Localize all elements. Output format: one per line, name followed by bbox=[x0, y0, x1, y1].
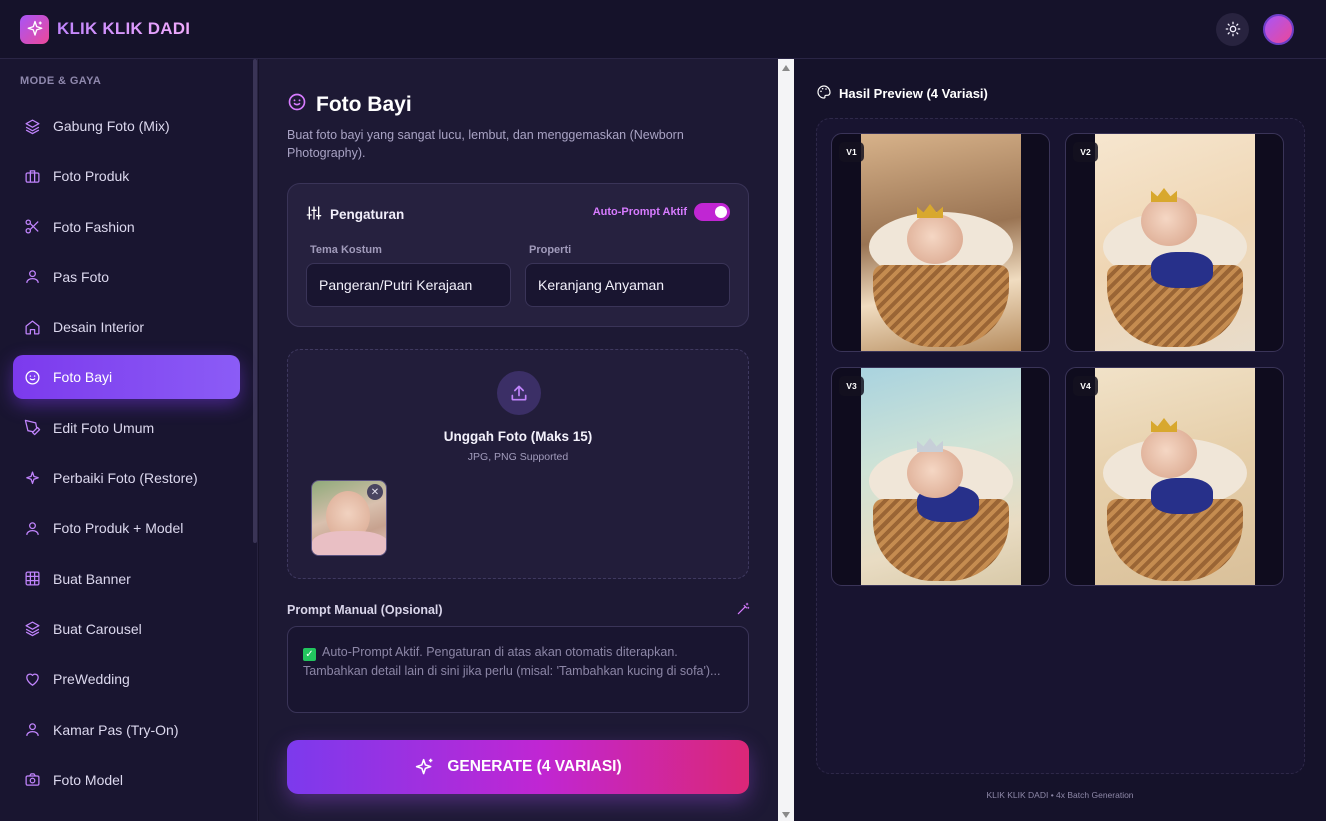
upload-subtitle: JPG, PNG Supported bbox=[467, 451, 569, 463]
baby-icon bbox=[24, 369, 41, 386]
sidebar-section-title: MODE & GAYA bbox=[20, 75, 102, 87]
sidebar-item-label: Edit Foto Umum bbox=[53, 419, 155, 436]
variant-card-1[interactable]: V1 bbox=[831, 133, 1050, 352]
sidebar-item-label: Desain Interior bbox=[53, 319, 145, 336]
settings-card: Pengaturan Auto-Prompt Aktif Tema Kostum… bbox=[287, 183, 749, 327]
sidebar-item-label: Foto Model bbox=[53, 771, 124, 788]
sidebar-item-foto-produk-model[interactable]: Foto Produk + Model bbox=[13, 506, 240, 550]
variant-card-2[interactable]: V2 bbox=[1065, 133, 1284, 352]
uploaded-photo-thumbnail[interactable]: ✕ bbox=[311, 480, 387, 556]
tema-kostum-label: Tema Kostum bbox=[310, 244, 382, 256]
variant-tag: V4 bbox=[1073, 376, 1098, 396]
sparkle-icon bbox=[27, 20, 42, 36]
upload-dropzone[interactable]: Unggah Foto (Maks 15) JPG, PNG Supported… bbox=[287, 349, 749, 579]
scroll-down-icon[interactable] bbox=[782, 812, 790, 818]
brand-name[interactable]: KLIK KLIK DADI bbox=[57, 19, 190, 39]
auto-prompt-control[interactable]: Auto-Prompt Aktif bbox=[593, 203, 730, 221]
settings-title: Pengaturan bbox=[330, 207, 405, 222]
sidebar-item-desain-interior[interactable]: Desain Interior bbox=[13, 305, 240, 349]
scroll-up-icon[interactable] bbox=[782, 65, 790, 71]
editor-panel: Foto Bayi Buat foto bayi yang sangat luc… bbox=[259, 59, 778, 821]
sidebar-item-label: Buat Banner bbox=[53, 570, 131, 587]
camera-icon bbox=[24, 771, 41, 788]
sparkle-icon bbox=[24, 470, 41, 487]
properti-select[interactable]: Keranjang Anyaman bbox=[525, 263, 730, 307]
user-avatar[interactable] bbox=[1263, 13, 1294, 45]
sidebar-item-label: PreWedding bbox=[53, 671, 130, 688]
sidebar-item-label: Foto Produk bbox=[53, 168, 130, 185]
sidebar-item-buat-banner[interactable]: Buat Banner bbox=[13, 557, 240, 601]
home-icon bbox=[24, 319, 41, 336]
sliders-icon bbox=[306, 205, 322, 224]
sparkle-icon bbox=[414, 757, 435, 778]
sidebar-item-label: Foto Bayi bbox=[53, 369, 113, 386]
sidebar-item-buat-carousel[interactable]: Buat Carousel bbox=[13, 607, 240, 651]
sun-icon bbox=[1225, 21, 1240, 37]
upload-icon bbox=[497, 371, 541, 415]
variant-tag: V3 bbox=[839, 376, 864, 396]
briefcase-icon bbox=[24, 168, 41, 185]
sidebar-item-prewedding[interactable]: PreWedding bbox=[13, 657, 240, 701]
check-icon: ✓ bbox=[303, 648, 316, 661]
user-icon bbox=[24, 520, 41, 537]
sidebar-scrollbar[interactable] bbox=[253, 59, 257, 543]
layers-icon bbox=[24, 118, 41, 135]
layers-icon bbox=[24, 620, 41, 637]
grid-icon bbox=[24, 570, 41, 587]
sidebar-item-kamar-pas[interactable]: Kamar Pas (Try-On) bbox=[13, 708, 240, 752]
palette-icon bbox=[816, 84, 832, 103]
variant-card-4[interactable]: V4 bbox=[1065, 367, 1284, 586]
properti-label: Properti bbox=[529, 244, 572, 256]
pen-icon bbox=[24, 419, 41, 436]
sidebar-item-label: Perbaiki Foto (Restore) bbox=[53, 470, 198, 487]
sidebar-item-label: Pas Foto bbox=[53, 268, 110, 285]
sidebar-item-label: Buat Carousel bbox=[53, 620, 142, 637]
user-icon bbox=[24, 721, 41, 738]
magic-wand-icon[interactable] bbox=[736, 602, 750, 621]
variant-tag: V2 bbox=[1073, 142, 1098, 162]
preview-panel: Hasil Preview (4 Variasi) V1 V2 V3 V4 KL… bbox=[794, 59, 1326, 821]
top-bar: KLIK KLIK DADI bbox=[0, 0, 1326, 59]
page-title: Foto Bayi bbox=[316, 92, 412, 116]
sidebar-item-perbaiki-foto[interactable]: Perbaiki Foto (Restore) bbox=[13, 456, 240, 500]
generate-button[interactable]: GENERATE (4 VARIASI) bbox=[287, 740, 749, 794]
scissors-icon bbox=[24, 218, 41, 235]
preview-title: Hasil Preview (4 Variasi) bbox=[839, 86, 988, 101]
auto-prompt-toggle[interactable] bbox=[694, 203, 730, 221]
theme-toggle-button[interactable] bbox=[1216, 12, 1249, 46]
preview-footer: KLIK KLIK DADI • 4x Batch Generation bbox=[986, 790, 1134, 800]
generate-label: GENERATE (4 VARIASI) bbox=[447, 758, 622, 775]
sidebar-item-label: Foto Produk + Model bbox=[53, 520, 184, 537]
logo[interactable] bbox=[20, 14, 49, 44]
remove-photo-icon[interactable]: ✕ bbox=[367, 484, 383, 500]
page-subtitle: Buat foto bayi yang sangat lucu, lembut,… bbox=[287, 128, 684, 160]
variant-card-3[interactable]: V3 bbox=[831, 367, 1050, 586]
sidebar-item-pas-foto[interactable]: Pas Foto bbox=[13, 255, 240, 299]
variant-tag: V1 bbox=[839, 142, 864, 162]
heart-icon bbox=[24, 671, 41, 688]
sidebar-item-label: Foto Fashion bbox=[53, 218, 135, 235]
sidebar: MODE & GAYA Gabung Foto (Mix) Foto Produ… bbox=[0, 59, 258, 821]
prompt-manual-label: Prompt Manual (Opsional) bbox=[287, 603, 443, 617]
sidebar-item-foto-produk[interactable]: Foto Produk bbox=[13, 154, 240, 198]
mode-nav: Gabung Foto (Mix) Foto Produk Foto Fashi… bbox=[13, 104, 240, 808]
sidebar-item-label: Gabung Foto (Mix) bbox=[53, 118, 170, 134]
sidebar-item-foto-fashion[interactable]: Foto Fashion bbox=[13, 205, 240, 249]
user-icon bbox=[24, 268, 41, 285]
sidebar-item-gabung-foto[interactable]: Gabung Foto (Mix) bbox=[13, 104, 240, 148]
tema-kostum-select[interactable]: Pangeran/Putri Kerajaan bbox=[306, 263, 511, 307]
prompt-manual-textarea[interactable]: ✓ Auto-Prompt Aktif. Pengaturan di atas a… bbox=[287, 626, 749, 713]
page-scrollbar[interactable] bbox=[778, 59, 794, 821]
upload-title: Unggah Foto (Maks 15) bbox=[443, 429, 593, 444]
sidebar-item-foto-bayi[interactable]: Foto Bayi bbox=[13, 355, 240, 400]
preview-grid: V1 V2 V3 V4 bbox=[816, 118, 1305, 774]
prompt-placeholder: Auto-Prompt Aktif. Pengaturan di atas ak… bbox=[303, 645, 721, 678]
auto-prompt-label: Auto-Prompt Aktif bbox=[592, 206, 687, 218]
sidebar-item-edit-foto-umum[interactable]: Edit Foto Umum bbox=[13, 406, 240, 450]
sidebar-item-foto-model[interactable]: Foto Model bbox=[13, 758, 240, 802]
baby-icon bbox=[287, 92, 307, 117]
sidebar-item-label: Kamar Pas (Try-On) bbox=[53, 721, 179, 738]
